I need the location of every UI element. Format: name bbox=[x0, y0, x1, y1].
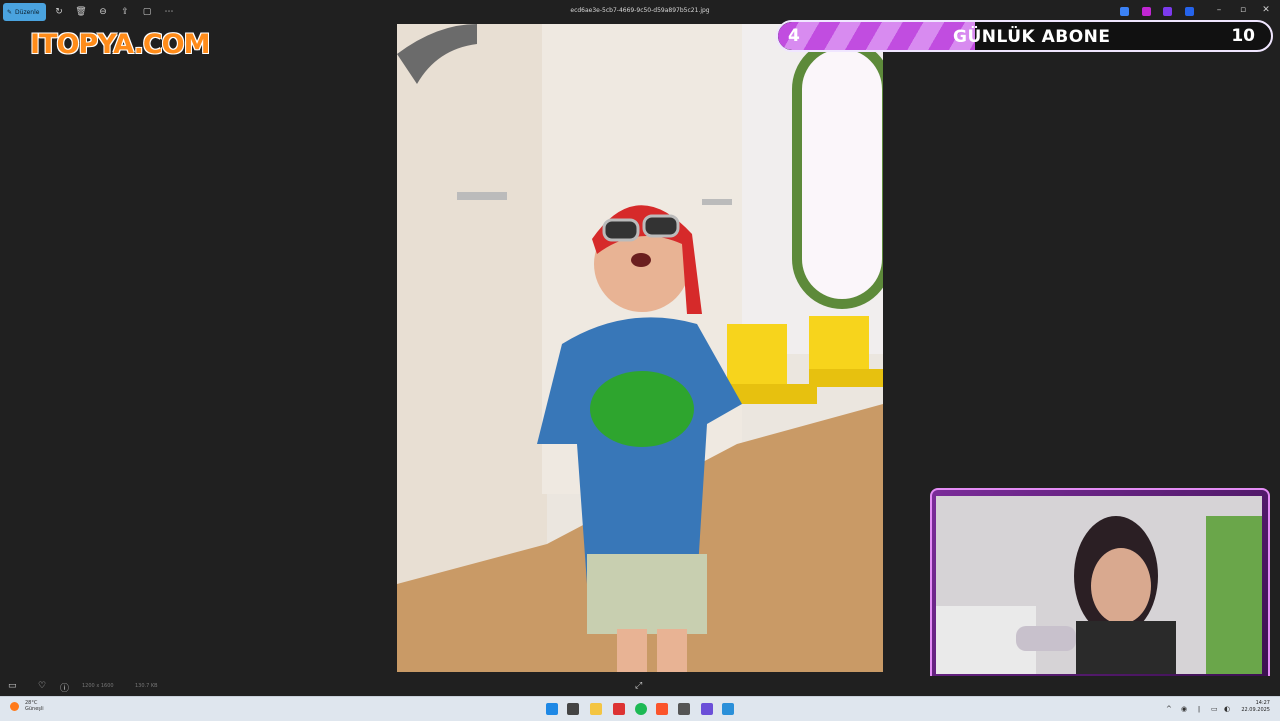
brave-icon[interactable] bbox=[656, 703, 668, 715]
clock-time: 14:27 bbox=[1255, 700, 1270, 706]
fullscreen-icon[interactable]: ⤢ bbox=[635, 681, 642, 691]
weather-widget[interactable]: 28°C Güneşli bbox=[10, 700, 44, 712]
maximize-button[interactable]: ▫ bbox=[1237, 5, 1249, 15]
subscriber-current: 4 bbox=[788, 26, 800, 46]
itopya-logo: ITOPYA.COM bbox=[30, 29, 210, 60]
subscriber-goal: 10 bbox=[1231, 26, 1255, 46]
volume-icon[interactable]: ◐ bbox=[1224, 705, 1230, 713]
delete-icon[interactable]: 🗑 bbox=[75, 6, 87, 18]
chevron-up-icon[interactable]: ^ bbox=[1166, 705, 1172, 713]
app-icon[interactable] bbox=[1120, 7, 1129, 16]
favorite-icon[interactable]: ♡ bbox=[38, 681, 46, 691]
app-icon[interactable] bbox=[1163, 7, 1172, 16]
mic-icon[interactable]: ǀ bbox=[1198, 705, 1200, 713]
more-icon[interactable]: ⋯ bbox=[163, 6, 175, 18]
crop-icon[interactable]: ⊖ bbox=[97, 6, 109, 18]
weather-icon bbox=[10, 702, 19, 711]
clock-date: 22.09.2025 bbox=[1241, 707, 1270, 713]
cloud-icon[interactable] bbox=[1185, 7, 1194, 16]
clock[interactable]: 14:27 22.09.2025 bbox=[1241, 700, 1270, 714]
photo-viewer-image bbox=[397, 24, 883, 672]
edit-icon: ✎ bbox=[7, 8, 13, 16]
webcam-video bbox=[936, 496, 1262, 674]
close-button[interactable]: ✕ bbox=[1260, 5, 1272, 15]
file-name: ecd6ae3e-5cb7-4669-9c50-d59a897b5c21.jpg bbox=[570, 7, 710, 14]
edit-label: Düzenle bbox=[15, 8, 40, 16]
file-size: 130.7 KB bbox=[135, 683, 158, 689]
photos-icon[interactable] bbox=[722, 703, 734, 715]
monitor-icon[interactable]: ▭ bbox=[1211, 705, 1218, 713]
discord-icon[interactable] bbox=[701, 703, 713, 715]
taskview-icon[interactable] bbox=[567, 703, 579, 715]
slideshow-icon[interactable]: ▢ bbox=[141, 6, 153, 18]
subscriber-progress-fill bbox=[778, 22, 976, 50]
app-icon[interactable] bbox=[1142, 7, 1151, 16]
browser-icon[interactable] bbox=[613, 703, 625, 715]
windows-taskbar: 28°C Güneşli ^ ◉ ǀ ▭ ◐ 14:27 22.09.2025 bbox=[0, 696, 1280, 721]
subscriber-label: GÜNLÜK ABONE bbox=[953, 27, 1111, 47]
minimize-button[interactable]: – bbox=[1213, 5, 1225, 15]
edit-button[interactable]: ✎ Düzenle bbox=[3, 3, 46, 21]
share-icon[interactable]: ⇪ bbox=[119, 6, 131, 18]
start-icon[interactable] bbox=[546, 703, 558, 715]
network-icon[interactable]: ◉ bbox=[1181, 705, 1187, 713]
filmstrip-icon[interactable]: ▭ bbox=[8, 681, 17, 691]
app-icon[interactable] bbox=[678, 703, 690, 715]
image-dimensions: 1200 x 1600 bbox=[82, 683, 114, 689]
viewer-bottom-bar: ▭ ♡ ⓘ 1200 x 1600 130.7 KB ⤢ bbox=[0, 676, 1280, 696]
file-explorer-icon[interactable] bbox=[590, 703, 602, 715]
subscriber-goal-bar: 4 GÜNLÜK ABONE 10 bbox=[776, 20, 1273, 52]
info-icon[interactable]: ⓘ bbox=[60, 681, 69, 694]
rotate-icon[interactable]: ↻ bbox=[53, 6, 65, 18]
spotify-icon[interactable] bbox=[635, 703, 647, 715]
